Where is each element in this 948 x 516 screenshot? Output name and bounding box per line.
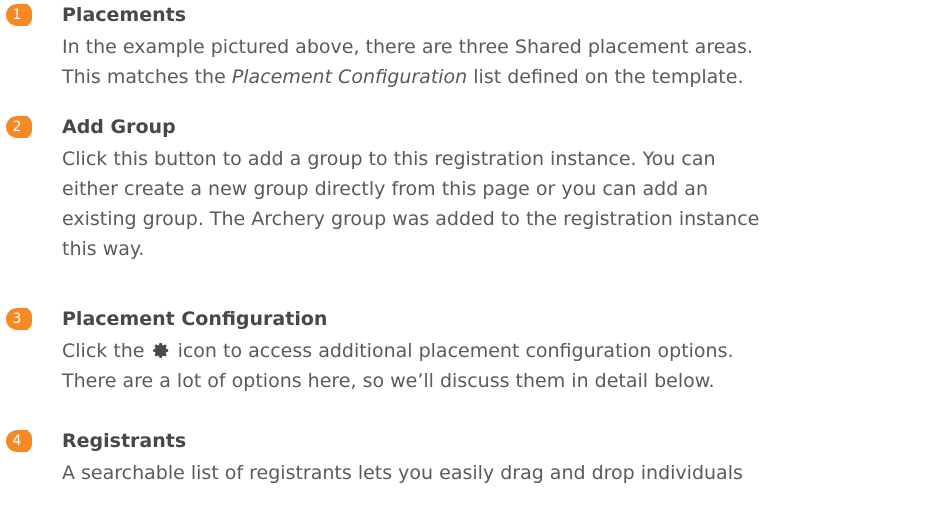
- item-title: Registrants: [62, 430, 187, 452]
- description-line: this way.: [62, 238, 145, 260]
- description-line: A searchable list of registrants lets yo…: [62, 462, 743, 484]
- description-line: Click the icon to access additional plac…: [62, 336, 942, 366]
- number-badge: 2: [6, 116, 32, 138]
- item-description: Click the icon to access additional plac…: [62, 336, 942, 396]
- text-run: This matches the: [62, 66, 232, 88]
- item-description: A searchable list of registrants lets yo…: [62, 458, 942, 488]
- description-line: In the example pictured above, there are…: [62, 36, 753, 58]
- text-run: Click the: [62, 340, 151, 362]
- item-title: Placement Configuration: [62, 308, 328, 330]
- description-line: Click this button to add a group to this…: [62, 148, 716, 170]
- number-badge: 3: [6, 308, 32, 330]
- item-title: Placements: [62, 4, 187, 26]
- number-badge: 1: [6, 4, 32, 26]
- text-run: list defined on the template.: [467, 66, 744, 88]
- number-badge: 4: [6, 430, 32, 452]
- description-line: There are a lot of options here, so we’l…: [62, 370, 715, 392]
- gear-icon: [152, 342, 168, 359]
- description-line: existing group. The Archery group was ad…: [62, 208, 760, 230]
- item-description: In the example pictured above, there are…: [62, 32, 942, 92]
- document-page: 1 Placements In the example pictured abo…: [0, 0, 948, 516]
- emphasis-text: Placement Configuration: [231, 66, 468, 88]
- description-line: This matches the Placement Configuration…: [62, 62, 942, 92]
- item-description: Click this button to add a group to this…: [62, 144, 942, 264]
- item-title: Add Group: [62, 116, 176, 138]
- description-line: either create a new group directly from …: [62, 178, 708, 200]
- text-run: icon to access additional placement conf…: [171, 340, 734, 362]
